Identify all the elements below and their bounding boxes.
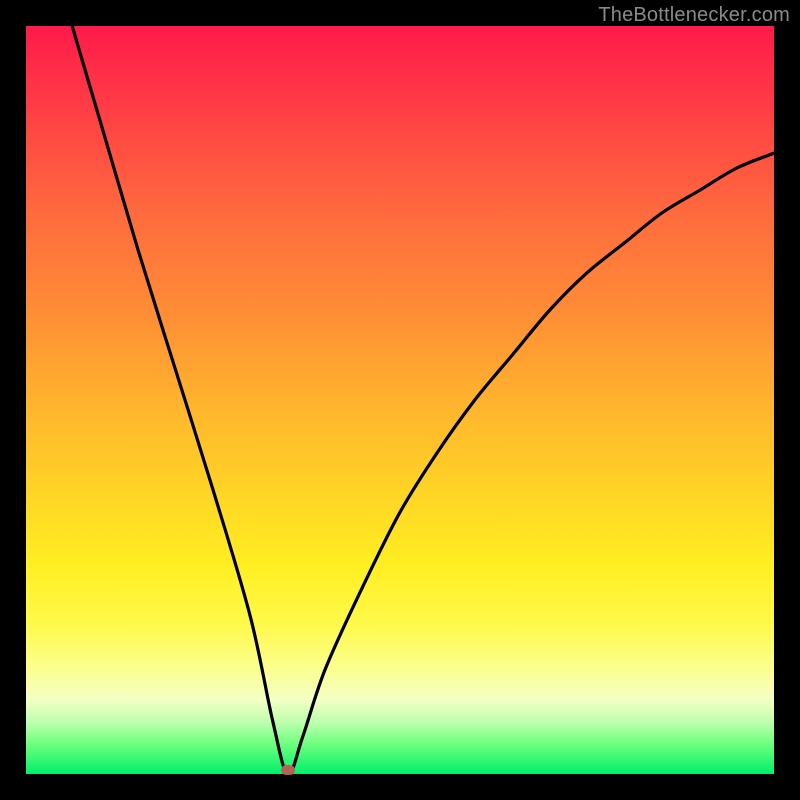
watermark-text: TheBottlenecker.com [598,4,790,27]
bottleneck-curve [26,26,774,774]
chart-frame: TheBottlenecker.com [0,0,800,800]
minimum-marker [281,765,295,775]
plot-area [26,26,774,774]
